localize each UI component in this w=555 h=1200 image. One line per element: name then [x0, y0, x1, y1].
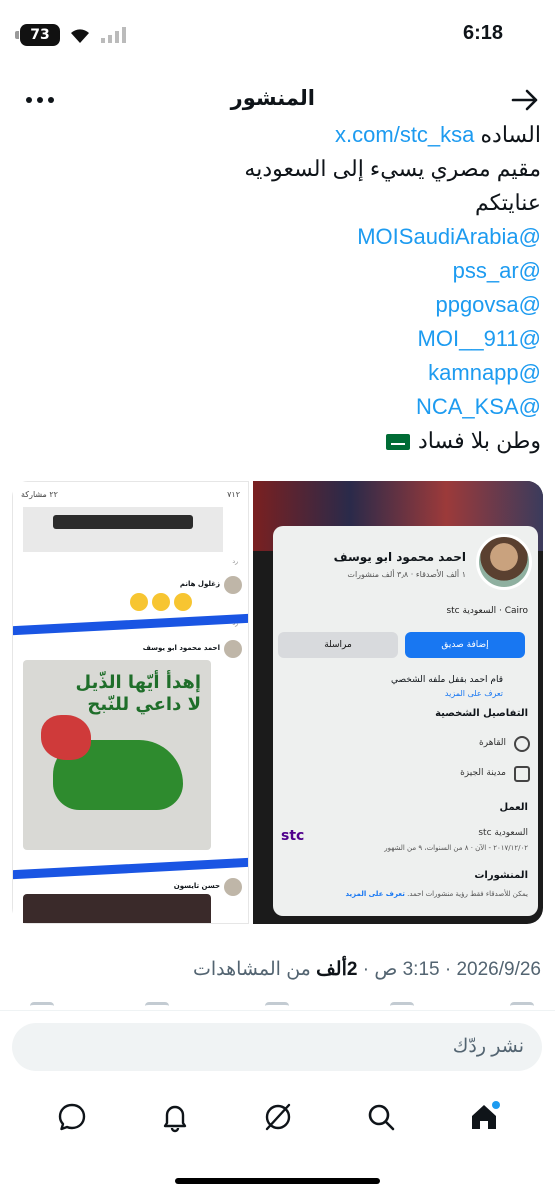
profile-stats: ١ ألف الأصدقاء · ٣٫٨ ألف منشورات	[347, 570, 466, 579]
home-indicator	[175, 1178, 380, 1184]
nav-messages[interactable]	[48, 1093, 96, 1141]
reply-label: رد	[232, 558, 238, 565]
post-line: عنايتكم	[474, 190, 541, 215]
battery-level: 73	[30, 27, 50, 43]
post-link[interactable]: x.com/stc_ksa	[335, 122, 474, 147]
locked-profile-notice: قام احمد بقفل ملفه الشخصي تعرف على المزي…	[391, 674, 503, 700]
comment-image	[23, 894, 211, 923]
detail-row: مدينة الجيزة	[460, 768, 506, 778]
notification-dot	[491, 1101, 500, 1109]
blue-highlight-stroke	[13, 857, 248, 880]
work-title: العمل	[499, 802, 528, 813]
profile-location: Cairo · السعودية stc	[446, 606, 528, 616]
cellular-icon	[101, 27, 126, 43]
status-time: 6:18	[462, 22, 503, 44]
nav-grok[interactable]	[254, 1093, 302, 1141]
bottom-navigation	[0, 1082, 555, 1152]
back-button[interactable]	[509, 84, 541, 116]
more-options-button[interactable]	[22, 84, 58, 116]
battery-icon: 73	[15, 24, 60, 46]
lock-text: قام احمد بقفل ملفه الشخصي	[390, 675, 503, 685]
laughing-emoji	[152, 593, 170, 611]
posts-note-text: يمكن للأصدقاء فقط رؤية منشورات احمد.	[407, 890, 528, 898]
messages-icon	[58, 1103, 85, 1131]
post-line: مقيم مصري يسيء إلى السعوديه	[244, 156, 541, 181]
dog-cartoon-image: إهدأ أيّها الذّيل لا داعي للنّبح	[23, 660, 211, 850]
dog-caption: إهدأ أيّها الذّيل لا داعي للنّبح	[76, 672, 201, 716]
post-line: الساده x.com/stc_ksa	[21, 118, 541, 152]
views-label: من المشاهدات	[192, 959, 311, 980]
location-pin-icon	[514, 736, 530, 752]
details-title: التفاصيل الشخصية	[435, 708, 528, 719]
profile-avatar	[476, 534, 532, 590]
saudi-flag-emoji	[385, 434, 410, 451]
dog-caption-line: لا داعي للنّبح	[87, 694, 201, 715]
post-line: وطن بلا فساد	[21, 424, 541, 458]
grok-icon	[265, 1103, 290, 1131]
nav-search[interactable]	[357, 1093, 405, 1141]
comment-image	[23, 507, 223, 552]
commenter-name: زغلول هانم	[179, 580, 220, 588]
nav-notifications[interactable]	[151, 1093, 199, 1141]
mention-link[interactable]: @MOI__911	[21, 322, 541, 356]
stc-logo: stc	[281, 828, 305, 844]
posts-note: يمكن للأصدقاء فقط رؤية منشورات احمد. تعر…	[345, 890, 528, 898]
mention-link[interactable]: @MOISaudiArabia	[21, 220, 541, 254]
mention-link[interactable]: @kamnapp	[21, 356, 541, 390]
commenter-name: حسن تايسون	[173, 882, 220, 890]
search-icon	[368, 1104, 394, 1131]
work-dates: ٢٠١٧/١٢/٠٢ - الآن · ٨ من السنوات، ٩ من ا…	[384, 844, 528, 852]
status-icons: 73	[15, 24, 126, 46]
post-timestamp: 2026/9/26 · 3:15 ص · 2ألف من المشاهدات	[193, 958, 541, 981]
mention-link[interactable]: @pss_ar	[21, 254, 541, 288]
post-text: الساده x.com/stc_ksa مقيم مصري يسيء إلى …	[21, 118, 541, 458]
posts-learn-more: تعرف على المزيد	[345, 890, 405, 898]
avatar	[224, 878, 242, 896]
commenter-name: احمد محمود ابو يوسف	[142, 644, 220, 652]
add-friend-button: إضافة صديق	[405, 632, 525, 658]
status-bar: 73 6:18	[0, 0, 555, 72]
laughing-emoji	[174, 593, 192, 611]
nav-home[interactable]	[460, 1093, 508, 1141]
learn-more-link: تعرف على المزيد	[444, 689, 503, 698]
laughing-emoji	[130, 593, 148, 611]
media-image-profile-screenshot[interactable]: احمد محمود ابو يوسف ١ ألف الأصدقاء · ٣٫٨…	[253, 481, 543, 924]
detail-row: القاهرة	[479, 738, 506, 748]
mention-link[interactable]: @ppgovsa	[21, 288, 541, 322]
media-image-comments-screenshot[interactable]: ٢٢ مشاركة ٧١٢ رد زغلول هانم رد احمد محمو…	[12, 481, 249, 924]
home-icon	[514, 766, 530, 782]
views-count: 2ألف	[316, 959, 358, 980]
wifi-icon	[71, 29, 89, 43]
reply-composer	[0, 1010, 555, 1082]
avatar	[224, 640, 242, 658]
mention-link[interactable]: @NCA_KSA	[21, 390, 541, 424]
dog-caption-line: إهدأ أيّها الذّيل	[75, 672, 201, 693]
arrow-right-icon	[511, 89, 538, 111]
reply-input[interactable]	[12, 1023, 542, 1071]
profile-name: احمد محمود ابو يوسف	[333, 550, 466, 564]
reactions-bar: ٢٢ مشاركة ٧١٢	[13, 490, 248, 499]
more-icon	[26, 97, 54, 103]
likes-count: ٧١٢	[227, 490, 240, 499]
timestamp-date: 2026/9/26 · 3:15 ص ·	[357, 959, 541, 980]
post-text-segment: وطن بلا فساد	[418, 428, 541, 453]
post-text-segment: الساده	[474, 122, 541, 147]
work-company: السعودية stc	[478, 828, 528, 838]
post-header: المنشور	[0, 78, 555, 122]
avatar	[224, 576, 242, 594]
blue-highlight-stroke	[13, 613, 248, 636]
page-title: المنشور	[230, 86, 315, 110]
message-button: مراسلة	[278, 632, 398, 658]
notifications-icon	[163, 1105, 186, 1133]
dog-head	[41, 715, 91, 760]
posts-title: المنشورات	[474, 870, 528, 881]
post-media: ٢٢ مشاركة ٧١٢ رد زغلول هانم رد احمد محمو…	[12, 481, 543, 924]
facebook-profile-card: احمد محمود ابو يوسف ١ ألف الأصدقاء · ٣٫٨…	[273, 526, 538, 916]
shares-count: ٢٢ مشاركة	[21, 490, 58, 499]
